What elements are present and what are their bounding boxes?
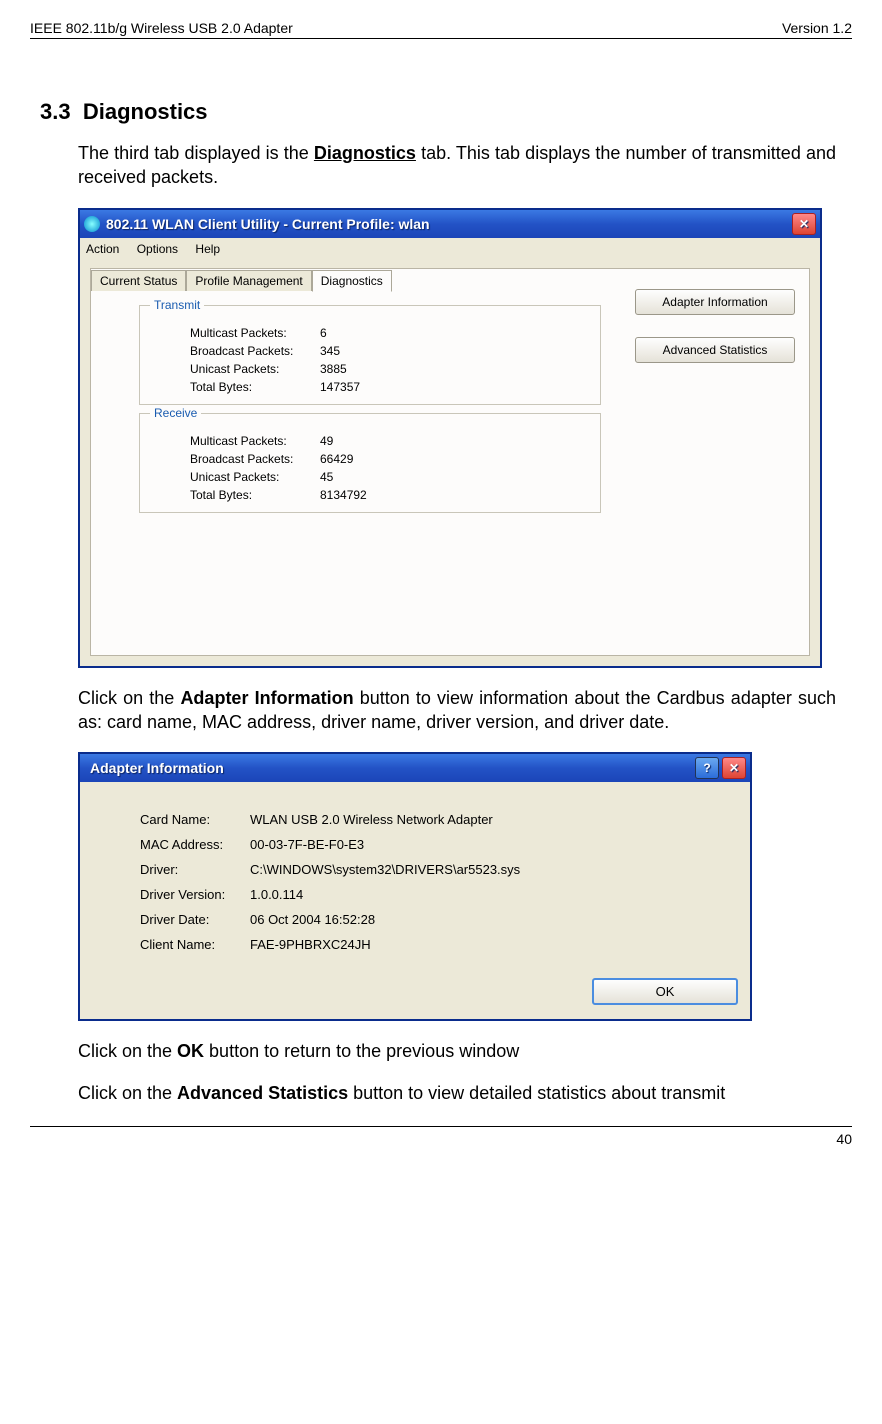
ok-button[interactable]: OK [592, 978, 738, 1005]
transmit-fieldset: Transmit Multicast Packets:6 Broadcast P… [139, 305, 601, 405]
tab-current-status[interactable]: Current Status [91, 270, 186, 291]
wlan-utility-window: 802.11 WLAN Client Utility - Current Pro… [78, 208, 822, 668]
help-icon[interactable]: ? [695, 757, 719, 779]
section-heading: 3.3 Diagnostics [40, 99, 852, 125]
page-footer: 40 [30, 1126, 852, 1147]
paragraph-3: Click on the OK button to return to the … [78, 1039, 836, 1063]
close-icon[interactable]: ✕ [792, 213, 816, 235]
ok-wrap: OK [80, 972, 750, 1019]
paragraph-4: Click on the Advanced Statistics button … [78, 1081, 836, 1105]
table-row: Multicast Packets:49 [190, 434, 590, 448]
page-header: IEEE 802.11b/g Wireless USB 2.0 Adapter … [30, 20, 852, 39]
app-icon [84, 216, 100, 232]
paragraph-1: The third tab displayed is the Diagnosti… [78, 141, 836, 190]
advanced-statistics-button[interactable]: Advanced Statistics [635, 337, 795, 363]
tab-strip: Current StatusProfile ManagementDiagnost… [91, 269, 793, 291]
menu-help[interactable]: Help [195, 242, 220, 256]
table-row: Unicast Packets:45 [190, 470, 590, 484]
close-icon[interactable]: ✕ [722, 757, 746, 779]
table-row: Total Bytes:147357 [190, 380, 590, 394]
info-body: Card Name:WLAN USB 2.0 Wireless Network … [80, 782, 750, 972]
table-row: Broadcast Packets:66429 [190, 452, 590, 466]
menu-options[interactable]: Options [137, 242, 178, 256]
tab-diagnostics[interactable]: Diagnostics [312, 270, 392, 292]
table-row: Broadcast Packets:345 [190, 344, 590, 358]
table-row: Client Name:FAE-9PHBRXC24JH [140, 937, 730, 952]
menubar: Action Options Help [80, 238, 820, 260]
table-row: Total Bytes:8134792 [190, 488, 590, 502]
adapter-info-window: Adapter Information ? ✕ Card Name:WLAN U… [78, 752, 752, 1021]
titlebar[interactable]: 802.11 WLAN Client Utility - Current Pro… [80, 210, 820, 238]
table-row: Driver Version:1.0.0.114 [140, 887, 730, 902]
header-left: IEEE 802.11b/g Wireless USB 2.0 Adapter [30, 20, 293, 36]
paragraph-2: Click on the Adapter Information button … [78, 686, 836, 735]
table-row: MAC Address:00-03-7F-BE-F0-E3 [140, 837, 730, 852]
receive-legend: Receive [150, 406, 201, 420]
transmit-legend: Transmit [150, 298, 204, 312]
window-title: 802.11 WLAN Client Utility - Current Pro… [106, 216, 789, 232]
table-row: Multicast Packets:6 [190, 326, 590, 340]
adapter-information-button[interactable]: Adapter Information [635, 289, 795, 315]
tab-profile-management[interactable]: Profile Management [186, 270, 311, 291]
menu-action[interactable]: Action [86, 242, 119, 256]
receive-fieldset: Receive Multicast Packets:49 Broadcast P… [139, 413, 601, 513]
page-number: 40 [836, 1131, 852, 1147]
table-row: Unicast Packets:3885 [190, 362, 590, 376]
table-row: Driver Date:06 Oct 2004 16:52:28 [140, 912, 730, 927]
tab-area: Current StatusProfile ManagementDiagnost… [90, 268, 810, 656]
table-row: Driver:C:\WINDOWS\system32\DRIVERS\ar552… [140, 862, 730, 877]
window-title: Adapter Information [84, 760, 692, 776]
header-right: Version 1.2 [782, 20, 852, 36]
table-row: Card Name:WLAN USB 2.0 Wireless Network … [140, 812, 730, 827]
titlebar[interactable]: Adapter Information ? ✕ [80, 754, 750, 782]
